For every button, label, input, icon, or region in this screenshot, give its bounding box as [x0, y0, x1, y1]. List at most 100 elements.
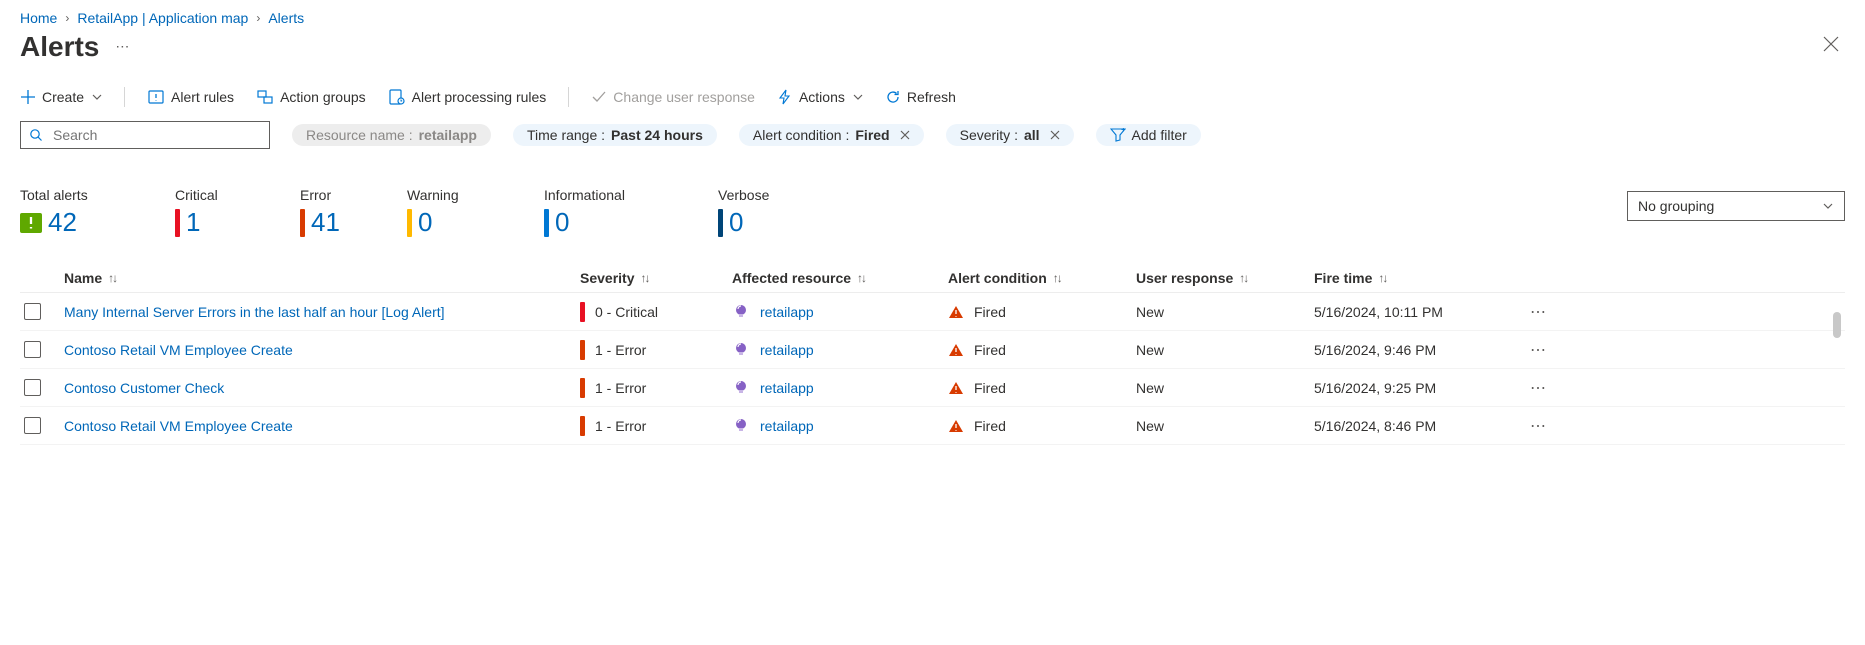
table-row[interactable]: Contoso Customer Check1 - Errorretailapp… — [20, 369, 1845, 407]
alert-processing-icon — [388, 88, 406, 106]
page-title: Alerts — [20, 31, 99, 63]
filter-row: Resource name : retailapp Time range : P… — [20, 117, 1845, 149]
alert-name-link[interactable]: Many Internal Server Errors in the last … — [64, 304, 445, 320]
summary-total[interactable]: Total alerts 42 — [20, 187, 175, 238]
summary-warning-value: 0 — [418, 207, 432, 238]
more-icon[interactable]: ⋯ — [115, 38, 131, 55]
sort-icon: ↑↓ — [1239, 271, 1247, 285]
alert-name-link[interactable]: Contoso Retail VM Employee Create — [64, 418, 293, 434]
chevron-down-icon — [1822, 200, 1834, 212]
alert-rules-label: Alert rules — [171, 89, 234, 105]
column-time-label: Fire time — [1314, 270, 1372, 286]
breadcrumb-current[interactable]: Alerts — [268, 10, 304, 26]
summary-verbose-label: Verbose — [718, 187, 868, 203]
refresh-icon — [885, 89, 901, 105]
add-filter-label: Add filter — [1132, 127, 1187, 143]
column-severity[interactable]: Severity↑↓ — [580, 270, 732, 286]
column-name-label: Name — [64, 270, 102, 286]
filter-condition-label: Alert condition : — [753, 127, 850, 143]
insights-icon — [732, 303, 750, 321]
check-icon — [591, 89, 607, 105]
breadcrumb: Home › RetailApp | Application map › Ale… — [20, 6, 1845, 28]
actions-button[interactable]: Actions — [777, 89, 863, 105]
table-row[interactable]: Contoso Retail VM Employee Create1 - Err… — [20, 407, 1845, 445]
response-text: New — [1136, 380, 1164, 396]
column-name[interactable]: Name↑↓ — [64, 270, 580, 286]
row-menu-icon[interactable]: ⋯ — [1508, 302, 1552, 322]
scroll-thumb[interactable] — [1833, 312, 1841, 338]
row-checkbox[interactable] — [24, 379, 41, 396]
create-button[interactable]: Create — [20, 89, 102, 105]
warning-icon — [948, 342, 964, 358]
chevron-right-icon: › — [65, 11, 69, 25]
severity-bar-icon — [580, 340, 585, 360]
search-input[interactable] — [51, 126, 261, 144]
toolbar: Create Alert rules Action groups Alert p… — [20, 83, 1845, 117]
resource-link[interactable]: retailapp — [760, 304, 814, 320]
summary-row: Total alerts 42 Critical 1 Error 41 War — [20, 149, 1845, 238]
summary-informational[interactable]: Informational 0 — [544, 187, 718, 238]
grouping-value: No grouping — [1638, 198, 1714, 214]
grouping-dropdown[interactable]: No grouping — [1627, 191, 1845, 221]
column-resource-label: Affected resource — [732, 270, 851, 286]
warning-icon — [948, 418, 964, 434]
breadcrumb-app[interactable]: RetailApp | Application map — [77, 10, 248, 26]
summary-info-label: Informational — [544, 187, 718, 203]
column-resource[interactable]: Affected resource ↑↓ — [732, 270, 948, 286]
row-menu-icon[interactable]: ⋯ — [1508, 340, 1552, 360]
chevron-down-icon — [853, 92, 863, 102]
toolbar-separator — [124, 87, 125, 107]
filter-severity[interactable]: Severity : all — [946, 124, 1074, 146]
column-condition-label: Alert condition — [948, 270, 1047, 286]
search-input-wrap[interactable] — [20, 121, 270, 149]
filter-time-range[interactable]: Time range : Past 24 hours — [513, 124, 717, 146]
sort-icon: ↑↓ — [640, 271, 648, 285]
condition-text: Fired — [974, 418, 1006, 434]
close-icon[interactable] — [1817, 30, 1845, 63]
resource-link[interactable]: retailapp — [760, 380, 814, 396]
summary-critical[interactable]: Critical 1 — [175, 187, 300, 238]
remove-filter-icon[interactable] — [896, 127, 910, 143]
summary-total-value: 42 — [48, 207, 77, 238]
response-text: New — [1136, 342, 1164, 358]
alert-badge-icon — [20, 210, 42, 236]
sort-icon: ↑↓ — [857, 271, 865, 285]
column-condition[interactable]: Alert condition↑↓ — [948, 270, 1136, 286]
warning-icon — [948, 304, 964, 320]
summary-info-value: 0 — [555, 207, 569, 238]
summary-verbose[interactable]: Verbose 0 — [718, 187, 868, 238]
filter-alert-condition[interactable]: Alert condition : Fired — [739, 124, 924, 146]
alert-name-link[interactable]: Contoso Customer Check — [64, 380, 224, 396]
column-time[interactable]: Fire time↑↓ — [1314, 270, 1508, 286]
summary-error[interactable]: Error 41 — [300, 187, 407, 238]
plus-icon — [20, 89, 36, 105]
remove-filter-icon[interactable] — [1046, 127, 1060, 143]
add-filter-button[interactable]: + Add filter — [1096, 124, 1201, 146]
severity-bar-icon — [175, 209, 180, 237]
row-menu-icon[interactable]: ⋯ — [1508, 416, 1552, 436]
action-groups-button[interactable]: Action groups — [256, 88, 366, 106]
summary-error-label: Error — [300, 187, 407, 203]
table-row[interactable]: Contoso Retail VM Employee Create1 - Err… — [20, 331, 1845, 369]
row-checkbox[interactable] — [24, 303, 41, 320]
filter-resource-label: Resource name : — [306, 127, 413, 143]
row-checkbox[interactable] — [24, 417, 41, 434]
filter-resource-value: retailapp — [419, 127, 477, 143]
summary-warning[interactable]: Warning 0 — [407, 187, 544, 238]
resource-link[interactable]: retailapp — [760, 342, 814, 358]
row-menu-icon[interactable]: ⋯ — [1508, 378, 1552, 398]
resource-link[interactable]: retailapp — [760, 418, 814, 434]
fire-time-text: 5/16/2024, 9:46 PM — [1314, 342, 1436, 358]
breadcrumb-home[interactable]: Home — [20, 10, 57, 26]
change-user-response-label: Change user response — [613, 89, 755, 105]
alerts-table: Name↑↓ Severity↑↓ Affected resource↑↓ Al… — [20, 264, 1845, 445]
column-response[interactable]: User response↑↓ — [1136, 270, 1314, 286]
refresh-button[interactable]: Refresh — [885, 89, 956, 105]
warning-icon — [948, 380, 964, 396]
table-row[interactable]: Many Internal Server Errors in the last … — [20, 293, 1845, 331]
alert-processing-rules-button[interactable]: Alert processing rules — [388, 88, 547, 106]
row-checkbox[interactable] — [24, 341, 41, 358]
alert-name-link[interactable]: Contoso Retail VM Employee Create — [64, 342, 293, 358]
alert-rules-button[interactable]: Alert rules — [147, 88, 234, 106]
toolbar-separator — [568, 87, 569, 107]
